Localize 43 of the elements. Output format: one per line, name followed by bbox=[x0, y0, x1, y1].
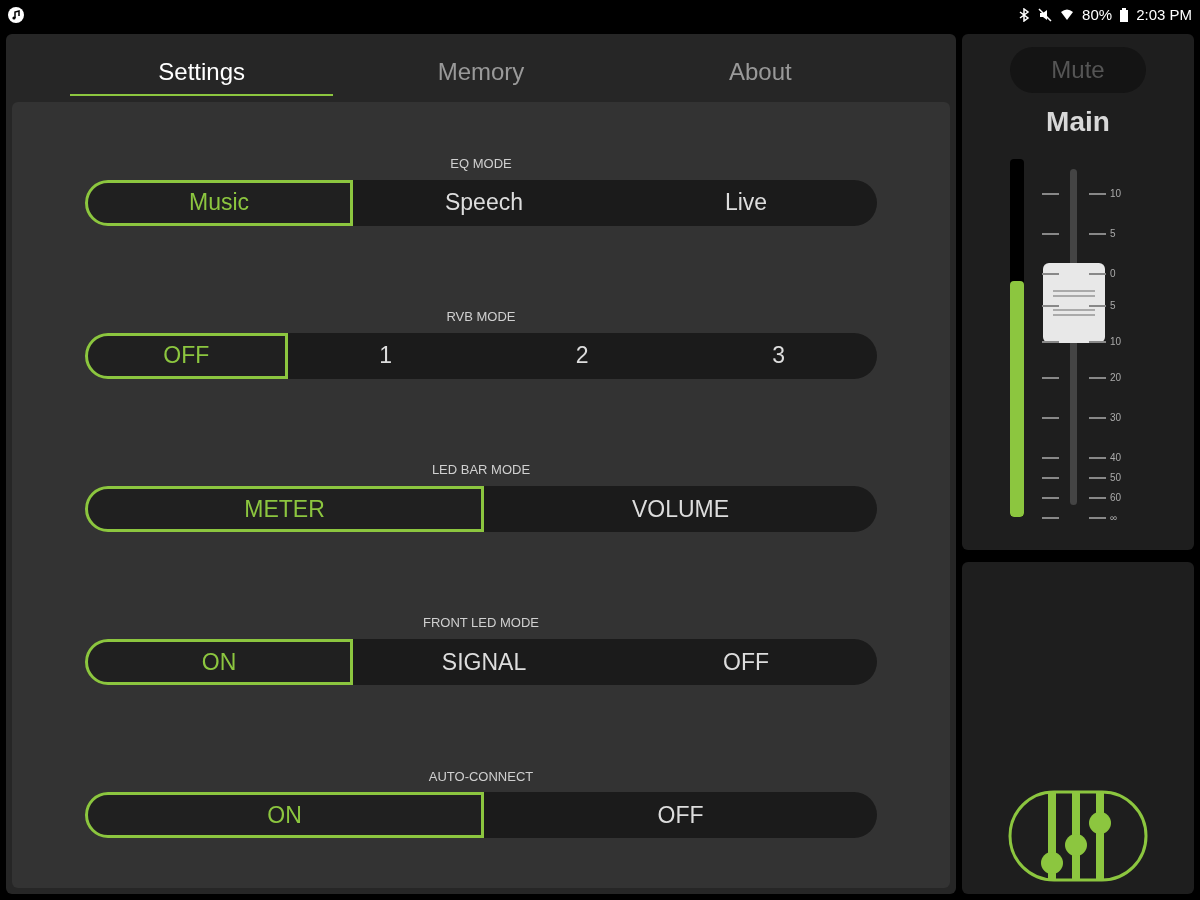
segment-option[interactable]: SIGNAL bbox=[353, 638, 615, 685]
segment-option[interactable]: ON bbox=[85, 638, 353, 685]
segment-option[interactable]: OFF bbox=[484, 792, 877, 838]
group-title: LED BAR MODE bbox=[431, 461, 531, 480]
segment-option[interactable]: 2 bbox=[484, 332, 681, 379]
battery-percent: 80% bbox=[1082, 4, 1113, 25]
music-note-icon bbox=[8, 7, 24, 23]
scale-label: 30 bbox=[1110, 413, 1122, 423]
scale-label: 10 bbox=[1110, 337, 1122, 347]
scale-label: 0 bbox=[1110, 269, 1116, 279]
tab[interactable]: About bbox=[628, 54, 892, 96]
tab[interactable]: Memory bbox=[349, 54, 613, 96]
scale-label: 40 bbox=[1110, 453, 1122, 463]
scale-label: ∞ bbox=[1110, 513, 1118, 523]
scale-label: 60 bbox=[1110, 493, 1122, 503]
segment-option[interactable]: Live bbox=[615, 179, 877, 226]
channel-name: Main bbox=[1046, 105, 1110, 139]
segment-option[interactable]: ON bbox=[85, 792, 484, 838]
clock-time: 2:03 PM bbox=[1136, 4, 1192, 25]
fader-thumb[interactable] bbox=[1043, 263, 1105, 344]
group-title: AUTO-CONNECT bbox=[428, 767, 534, 786]
scale-label: 5 bbox=[1110, 229, 1116, 239]
segment-option[interactable]: OFF bbox=[615, 638, 877, 685]
segment-option[interactable]: Music bbox=[85, 179, 353, 226]
battery-icon bbox=[1120, 8, 1129, 22]
mute-icon bbox=[1038, 8, 1053, 22]
tab[interactable]: Settings bbox=[70, 54, 334, 96]
mixer-faders-icon[interactable] bbox=[1008, 790, 1148, 882]
segment-option[interactable]: 1 bbox=[287, 332, 484, 379]
segment-option[interactable]: VOLUME bbox=[484, 485, 877, 532]
group-title: FRONT LED MODE bbox=[422, 614, 540, 633]
scale-label: 50 bbox=[1110, 473, 1122, 483]
segment-option[interactable]: 3 bbox=[680, 332, 877, 379]
wifi-icon bbox=[1060, 8, 1075, 22]
group-title: RVB MODE bbox=[446, 308, 516, 327]
bluetooth-icon bbox=[1018, 8, 1031, 22]
scale-label: 10 bbox=[1110, 189, 1122, 199]
scale-label: 5 bbox=[1110, 301, 1116, 311]
segment-option[interactable]: METER bbox=[85, 485, 484, 532]
segment-option[interactable]: Speech bbox=[353, 179, 615, 226]
group-title: EQ MODE bbox=[450, 155, 512, 173]
scale-label: 20 bbox=[1110, 373, 1122, 383]
segment-option[interactable]: OFF bbox=[85, 332, 288, 379]
